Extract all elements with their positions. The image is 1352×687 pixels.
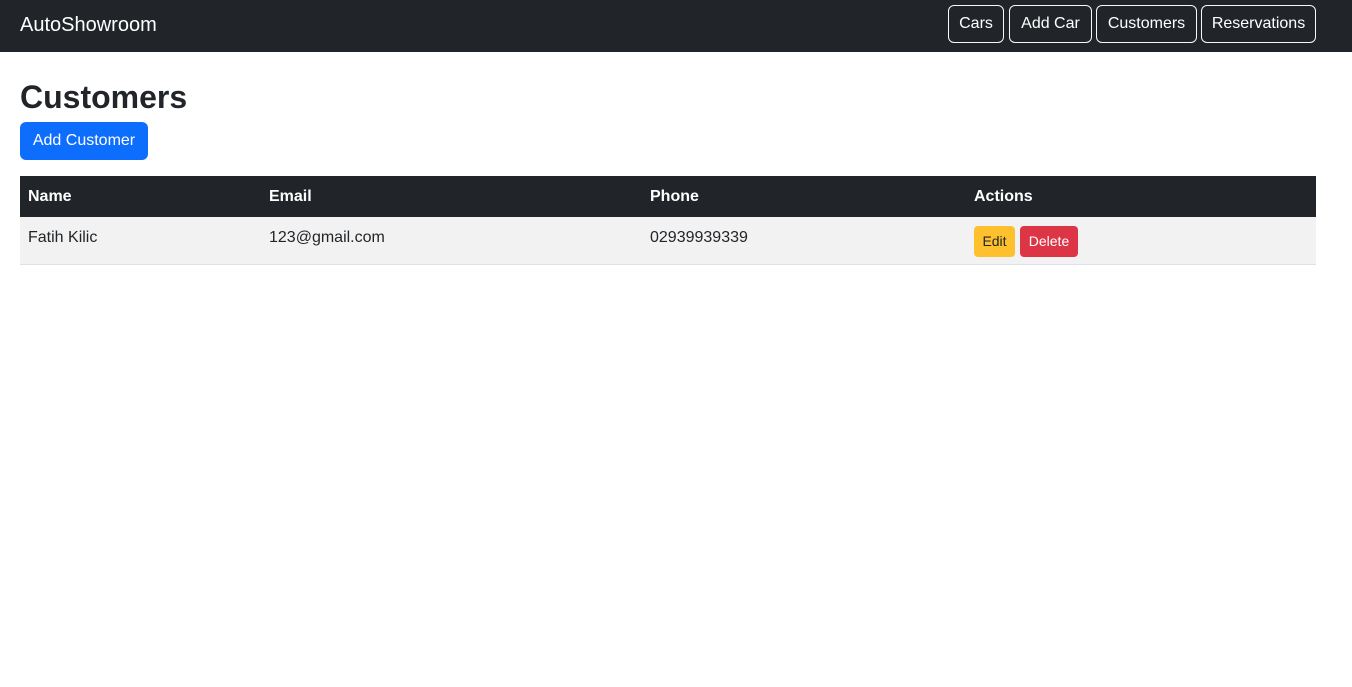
top-navbar: AutoShowroom Cars Add Car Customers Rese… <box>0 0 1352 52</box>
column-header-email: Email <box>269 188 312 205</box>
customers-table: Name Email Phone Actions Fatih Kilic 123… <box>20 176 1316 265</box>
page-title: Customers <box>20 79 188 115</box>
table-header: Name Email Phone Actions <box>20 176 1316 217</box>
table-row: Fatih Kilic 123@gmail.com 02939939339 Ed… <box>20 217 1316 265</box>
column-header-name: Name <box>28 188 72 205</box>
nav-reservations-button[interactable]: Reservations <box>1201 5 1316 43</box>
add-customer-button[interactable]: Add Customer <box>20 122 148 160</box>
customer-email-cell: 123@gmail.com <box>269 229 385 246</box>
nav-add-car-button[interactable]: Add Car <box>1009 5 1092 43</box>
column-header-actions: Actions <box>974 188 1033 205</box>
customer-phone-cell: 02939939339 <box>650 229 748 246</box>
nav-customers-button[interactable]: Customers <box>1096 5 1197 43</box>
edit-button[interactable]: Edit <box>974 226 1015 257</box>
column-header-phone: Phone <box>650 188 699 205</box>
nav-cars-button[interactable]: Cars <box>948 5 1004 43</box>
customer-name-cell: Fatih Kilic <box>28 229 98 246</box>
delete-button[interactable]: Delete <box>1020 226 1078 257</box>
brand-link[interactable]: AutoShowroom <box>20 13 157 37</box>
